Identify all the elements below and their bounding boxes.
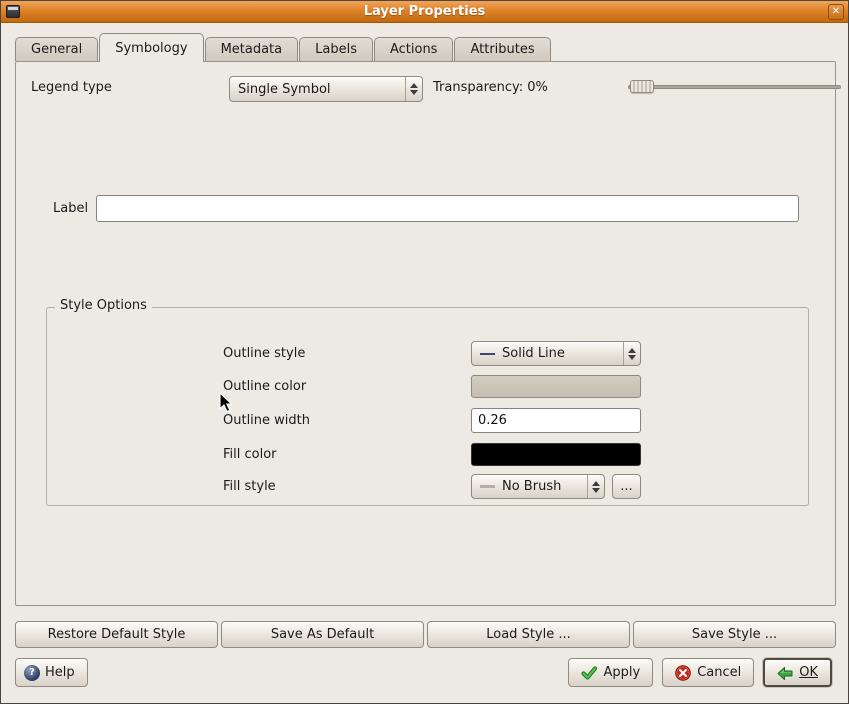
browse-button-label: ... — [620, 479, 632, 494]
outline-width-spinbox[interactable] — [471, 408, 641, 433]
window-title: Layer Properties — [1, 4, 848, 19]
footer-action-buttons: Apply Cancel OK — [568, 658, 832, 687]
label-input[interactable] — [96, 195, 799, 222]
restore-default-style-label: Restore Default Style — [48, 627, 186, 642]
save-as-default-button[interactable]: Save As Default — [221, 621, 424, 648]
fill-style-label: Fill style — [223, 479, 276, 494]
combo-arrows-icon — [623, 342, 640, 365]
outline-width-label: Outline width — [223, 413, 310, 428]
load-style-label: Load Style ... — [486, 627, 571, 642]
outline-color-label: Outline color — [223, 379, 306, 394]
tab-actions-label: Actions — [390, 42, 438, 57]
label-field-label: Label — [53, 201, 88, 216]
close-button[interactable]: ✕ — [828, 4, 844, 20]
style-buttons-row: Restore Default Style Save As Default Lo… — [15, 621, 836, 648]
style-options-group: Style Options — [46, 307, 809, 506]
tab-attributes-label: Attributes — [470, 42, 534, 57]
fill-style-combobox[interactable]: No Brush — [471, 474, 605, 499]
fill-style-value: No Brush — [502, 479, 583, 494]
outline-style-label: Outline style — [223, 346, 305, 361]
load-style-button[interactable]: Load Style ... — [427, 621, 630, 648]
fill-color-button[interactable] — [471, 443, 641, 466]
layer-properties-window: Layer Properties ✕ General Symbology Met… — [0, 0, 849, 704]
save-style-button[interactable]: Save Style ... — [633, 621, 836, 648]
save-style-label: Save Style ... — [692, 627, 777, 642]
tab-bar: General Symbology Metadata Labels Action… — [15, 33, 552, 62]
help-icon: ? — [24, 665, 40, 681]
combo-arrows-icon — [405, 77, 422, 101]
legend-type-value: Single Symbol — [238, 82, 401, 97]
apply-check-icon — [581, 665, 597, 681]
style-options-group-title: Style Options — [55, 298, 152, 313]
tab-general-label: General — [31, 42, 82, 57]
tab-actions[interactable]: Actions — [374, 37, 454, 61]
outline-width-input[interactable] — [472, 409, 641, 432]
save-as-default-label: Save As Default — [271, 627, 374, 642]
transparency-slider-handle[interactable] — [630, 80, 654, 93]
tab-symbology-label: Symbology — [115, 41, 187, 56]
help-button[interactable]: ? Help — [15, 658, 88, 687]
tab-general[interactable]: General — [15, 37, 98, 61]
tab-labels-label: Labels — [315, 42, 357, 57]
legend-type-combobox[interactable]: Single Symbol — [229, 76, 423, 102]
cancel-button[interactable]: Cancel — [662, 658, 754, 687]
tab-attributes[interactable]: Attributes — [454, 37, 550, 61]
outline-style-combobox[interactable]: Solid Line — [471, 341, 641, 366]
transparency-slider-track — [628, 85, 841, 89]
restore-default-style-button[interactable]: Restore Default Style — [15, 621, 218, 648]
ok-button[interactable]: OK — [763, 658, 832, 687]
apply-button[interactable]: Apply — [568, 658, 653, 687]
no-brush-icon — [480, 485, 495, 488]
tab-symbology[interactable]: Symbology — [99, 33, 203, 62]
tab-metadata[interactable]: Metadata — [205, 37, 299, 61]
combo-arrows-icon — [587, 475, 604, 498]
outline-style-value: Solid Line — [502, 346, 619, 361]
cancel-button-label: Cancel — [697, 665, 741, 680]
titlebar[interactable]: Layer Properties ✕ — [1, 1, 848, 23]
ok-arrow-icon — [777, 665, 793, 681]
outline-color-button[interactable] — [471, 375, 641, 398]
solid-line-icon — [480, 353, 495, 355]
legend-type-label: Legend type — [31, 80, 112, 95]
help-button-label: Help — [45, 665, 75, 680]
transparency-label: Transparency: 0% — [433, 80, 548, 95]
tab-labels[interactable]: Labels — [299, 37, 373, 61]
transparency-slider[interactable] — [628, 79, 841, 94]
fill-style-browse-button[interactable]: ... — [612, 474, 641, 499]
cancel-x-icon — [675, 665, 691, 681]
fill-color-label: Fill color — [223, 447, 277, 462]
close-icon: ✕ — [832, 6, 840, 17]
apply-button-label: Apply — [603, 665, 640, 680]
tab-metadata-label: Metadata — [221, 42, 283, 57]
ok-button-label: OK — [799, 665, 818, 680]
